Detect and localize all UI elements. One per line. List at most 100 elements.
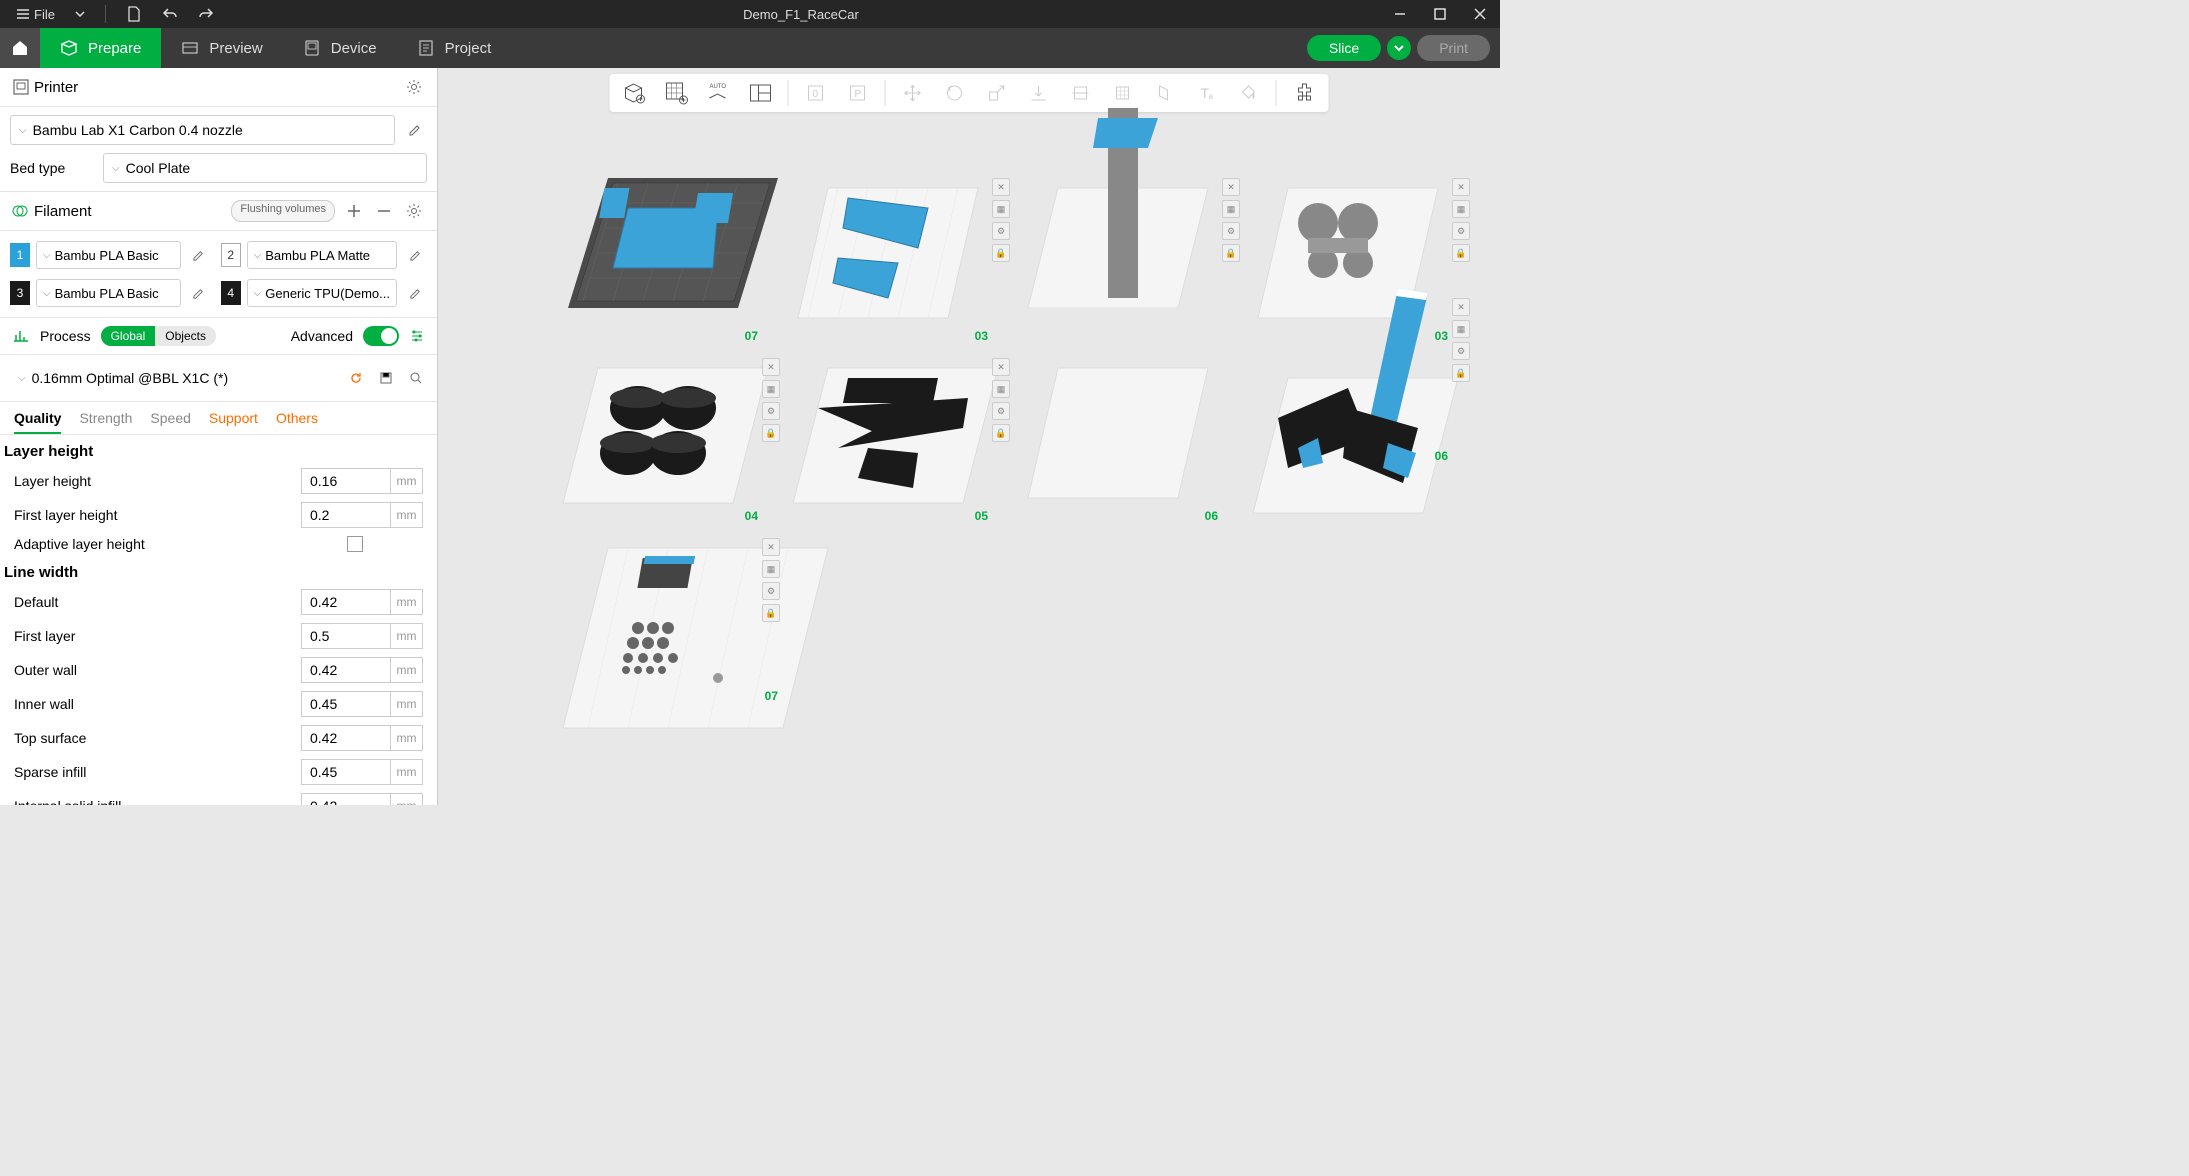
- plate-lock-icon[interactable]: 🔒: [762, 604, 780, 622]
- tune-icon[interactable]: [409, 328, 425, 344]
- filament-swatch[interactable]: 4: [221, 281, 241, 305]
- plate-close-icon[interactable]: ✕: [1452, 298, 1470, 316]
- color-paint-icon[interactable]: [1234, 78, 1264, 108]
- plate-arrange-icon[interactable]: ▦: [992, 200, 1010, 218]
- plate-close-icon[interactable]: ✕: [762, 358, 780, 376]
- printer-edit-icon[interactable]: [403, 118, 427, 142]
- process-objects[interactable]: Objects: [155, 326, 216, 346]
- filament-select[interactable]: ⌵Generic TPU(Demo...: [247, 279, 397, 307]
- maximize-icon[interactable]: [1420, 0, 1460, 28]
- tab-speed[interactable]: Speed: [150, 410, 190, 434]
- filament-settings-gear-icon[interactable]: [403, 200, 425, 222]
- undo-icon[interactable]: [154, 2, 186, 26]
- add-cube-icon[interactable]: [620, 78, 650, 108]
- setting-input[interactable]: [301, 657, 391, 683]
- filament-select[interactable]: ⌵Bambu PLA Matte: [247, 241, 397, 269]
- slice-button[interactable]: Slice: [1307, 35, 1381, 61]
- plate-arrange-icon[interactable]: ▦: [1452, 200, 1470, 218]
- plate-arrange-icon[interactable]: ▦: [762, 380, 780, 398]
- setting-checkbox[interactable]: [347, 536, 363, 552]
- tab-project[interactable]: Project: [397, 28, 512, 68]
- bed-type-select[interactable]: ⌵ Cool Plate: [103, 153, 427, 183]
- plate-lock-icon[interactable]: 🔒: [1452, 244, 1470, 262]
- tab-preview[interactable]: Preview: [161, 28, 282, 68]
- filament-select[interactable]: ⌵Bambu PLA Basic: [36, 241, 181, 269]
- plate-lock-icon[interactable]: 🔒: [1452, 364, 1470, 382]
- search-preset-icon[interactable]: [405, 367, 427, 389]
- plate-close-icon[interactable]: ✕: [1222, 178, 1240, 196]
- tab-device[interactable]: Device: [283, 28, 397, 68]
- plate-close-icon[interactable]: ✕: [762, 538, 780, 556]
- build-plate[interactable]: 07: [558, 168, 758, 338]
- build-plate[interactable]: ✕ ▦ ⚙ 🔒 06: [1248, 288, 1448, 458]
- build-plate[interactable]: ✕ ▦ ⚙ 🔒: [1018, 168, 1218, 338]
- close-icon[interactable]: [1460, 0, 1500, 28]
- printer-settings-gear-icon[interactable]: [403, 76, 425, 98]
- plate-lock-icon[interactable]: 🔒: [1222, 244, 1240, 262]
- layout-icon[interactable]: [746, 78, 776, 108]
- tab-strength[interactable]: Strength: [79, 410, 132, 434]
- tab-others[interactable]: Others: [276, 410, 318, 434]
- redo-icon[interactable]: [190, 2, 222, 26]
- plate-lock-icon[interactable]: 🔒: [992, 244, 1010, 262]
- tool-icon[interactable]: 0: [801, 78, 831, 108]
- save-preset-icon[interactable]: [375, 367, 397, 389]
- setting-input[interactable]: [301, 725, 391, 751]
- filament-swatch[interactable]: 1: [10, 243, 30, 267]
- new-file-icon[interactable]: [118, 2, 150, 26]
- filament-swatch[interactable]: 2: [221, 243, 241, 267]
- remove-filament-icon[interactable]: [373, 200, 395, 222]
- settings-list[interactable]: Layer heightLayer heightmmFirst layer he…: [0, 435, 437, 805]
- reset-preset-icon[interactable]: [345, 367, 367, 389]
- auto-arrange-icon[interactable]: AUTO: [704, 78, 734, 108]
- setting-input[interactable]: [301, 759, 391, 785]
- setting-input[interactable]: [301, 691, 391, 717]
- cut-icon[interactable]: [1066, 78, 1096, 108]
- plate-settings-icon[interactable]: ⚙: [992, 402, 1010, 420]
- text-icon[interactable]: Ta: [1192, 78, 1222, 108]
- assembly-icon[interactable]: [1289, 78, 1319, 108]
- setting-input[interactable]: [301, 623, 391, 649]
- plate-arrange-icon[interactable]: ▦: [1222, 200, 1240, 218]
- build-plate[interactable]: ✕ ▦ ⚙ 🔒 07: [558, 528, 758, 698]
- build-plate[interactable]: ✕ ▦ ⚙ 🔒 03: [788, 168, 988, 338]
- home-button[interactable]: [0, 28, 40, 68]
- advanced-toggle[interactable]: [363, 326, 399, 346]
- tab-prepare[interactable]: Prepare: [40, 28, 161, 68]
- plate-arrange-icon[interactable]: ▦: [1452, 320, 1470, 338]
- build-plate[interactable]: 06: [1018, 348, 1218, 518]
- tool-icon[interactable]: P: [843, 78, 873, 108]
- process-preset-select[interactable]: ⌵ 0.16mm Optimal @BBL X1C (*): [10, 363, 339, 393]
- filament-swatch[interactable]: 3: [10, 281, 30, 305]
- plate-settings-icon[interactable]: ⚙: [992, 222, 1010, 240]
- plate-arrange-icon[interactable]: ▦: [762, 560, 780, 578]
- filament-edit-icon[interactable]: [403, 243, 427, 267]
- setting-input[interactable]: [301, 468, 391, 494]
- scale-icon[interactable]: [982, 78, 1012, 108]
- build-plate[interactable]: ✕ ▦ ⚙ 🔒 05: [788, 348, 988, 518]
- process-global[interactable]: Global: [101, 326, 156, 346]
- viewport-3d[interactable]: AUTO 0 P Ta: [438, 68, 1500, 805]
- build-plate[interactable]: ✕ ▦ ⚙ 🔒 04: [558, 348, 758, 518]
- setting-input[interactable]: [301, 793, 391, 805]
- flushing-volumes-button[interactable]: Flushing volumes: [231, 200, 335, 222]
- plate-lock-icon[interactable]: 🔒: [762, 424, 780, 442]
- add-plate-icon[interactable]: [662, 78, 692, 108]
- setting-input[interactable]: [301, 589, 391, 615]
- move-icon[interactable]: [898, 78, 928, 108]
- filament-edit-icon[interactable]: [403, 281, 427, 305]
- plate-close-icon[interactable]: ✕: [992, 358, 1010, 376]
- filament-select[interactable]: ⌵Bambu PLA Basic: [36, 279, 181, 307]
- printer-select[interactable]: ⌵ Bambu Lab X1 Carbon 0.4 nozzle: [10, 115, 395, 145]
- minimize-icon[interactable]: [1380, 0, 1420, 28]
- file-menu-dropdown[interactable]: [67, 5, 93, 23]
- filament-edit-icon[interactable]: [187, 243, 211, 267]
- plate-settings-icon[interactable]: ⚙: [762, 402, 780, 420]
- place-icon[interactable]: [1024, 78, 1054, 108]
- rotate-icon[interactable]: [940, 78, 970, 108]
- filament-edit-icon[interactable]: [187, 281, 211, 305]
- plate-settings-icon[interactable]: ⚙: [1452, 342, 1470, 360]
- plate-settings-icon[interactable]: ⚙: [1452, 222, 1470, 240]
- setting-input[interactable]: [301, 502, 391, 528]
- plate-settings-icon[interactable]: ⚙: [762, 582, 780, 600]
